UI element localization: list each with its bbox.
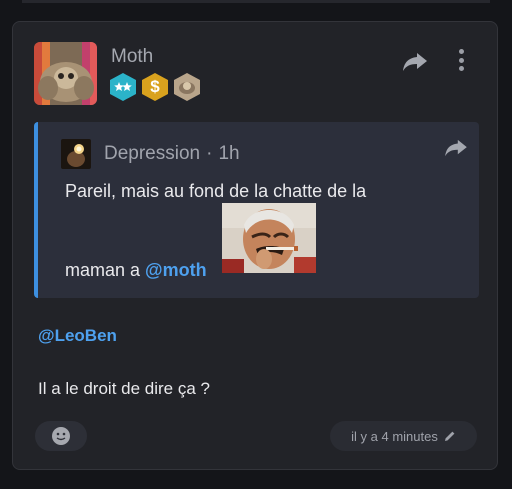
- author-avatar[interactable]: [34, 42, 97, 105]
- header-separator: ·: [206, 143, 213, 164]
- smoking-man-reaction-image[interactable]: [222, 203, 316, 273]
- quoted-text-line2: maman a @moth: [65, 260, 207, 281]
- dollar-symbol: $: [150, 77, 160, 96]
- smiley-icon: [52, 427, 70, 445]
- quoted-share-icon[interactable]: [444, 139, 468, 157]
- post-card: Moth $ Depression · 1h Pareil, mais au f…: [12, 21, 498, 470]
- quoted-post-header: Depression · 1h: [104, 143, 240, 165]
- author-name[interactable]: Moth: [111, 46, 153, 68]
- menu-dot: [458, 57, 464, 63]
- post-timestamp: il y a 4 minutes: [351, 428, 438, 444]
- post-body-text: Il a le droit de dire ça ?: [38, 379, 210, 398]
- dollar-badge-icon[interactable]: $: [142, 73, 168, 101]
- post-timestamp-edit[interactable]: il y a 4 minutes: [330, 421, 477, 451]
- mention-moth-link[interactable]: @moth: [145, 260, 207, 280]
- share-icon[interactable]: [402, 52, 428, 72]
- pencil-icon: [444, 431, 455, 441]
- menu-dot: [458, 66, 464, 71]
- quoted-post-time: 1h: [218, 143, 240, 164]
- quoted-text-line2-prefix: maman a: [65, 260, 146, 280]
- quoted-author-avatar[interactable]: [61, 139, 91, 169]
- stars-badge-icon[interactable]: [110, 73, 136, 101]
- mention-leoben-link[interactable]: @LeoBen: [38, 326, 117, 346]
- badge-row: $: [110, 73, 200, 101]
- add-reaction-button[interactable]: [35, 421, 87, 451]
- menu-dot: [458, 49, 464, 54]
- quoted-text-line1: Pareil, mais au fond de la chatte de la: [65, 181, 367, 201]
- more-options-icon[interactable]: [457, 49, 465, 71]
- previous-post-edge: [22, 0, 490, 3]
- quoted-post[interactable]: Depression · 1h Pareil, mais au fond de la…: [34, 122, 479, 298]
- quoted-author-name[interactable]: Depression: [104, 143, 200, 164]
- moth-badge-icon[interactable]: [174, 73, 200, 101]
